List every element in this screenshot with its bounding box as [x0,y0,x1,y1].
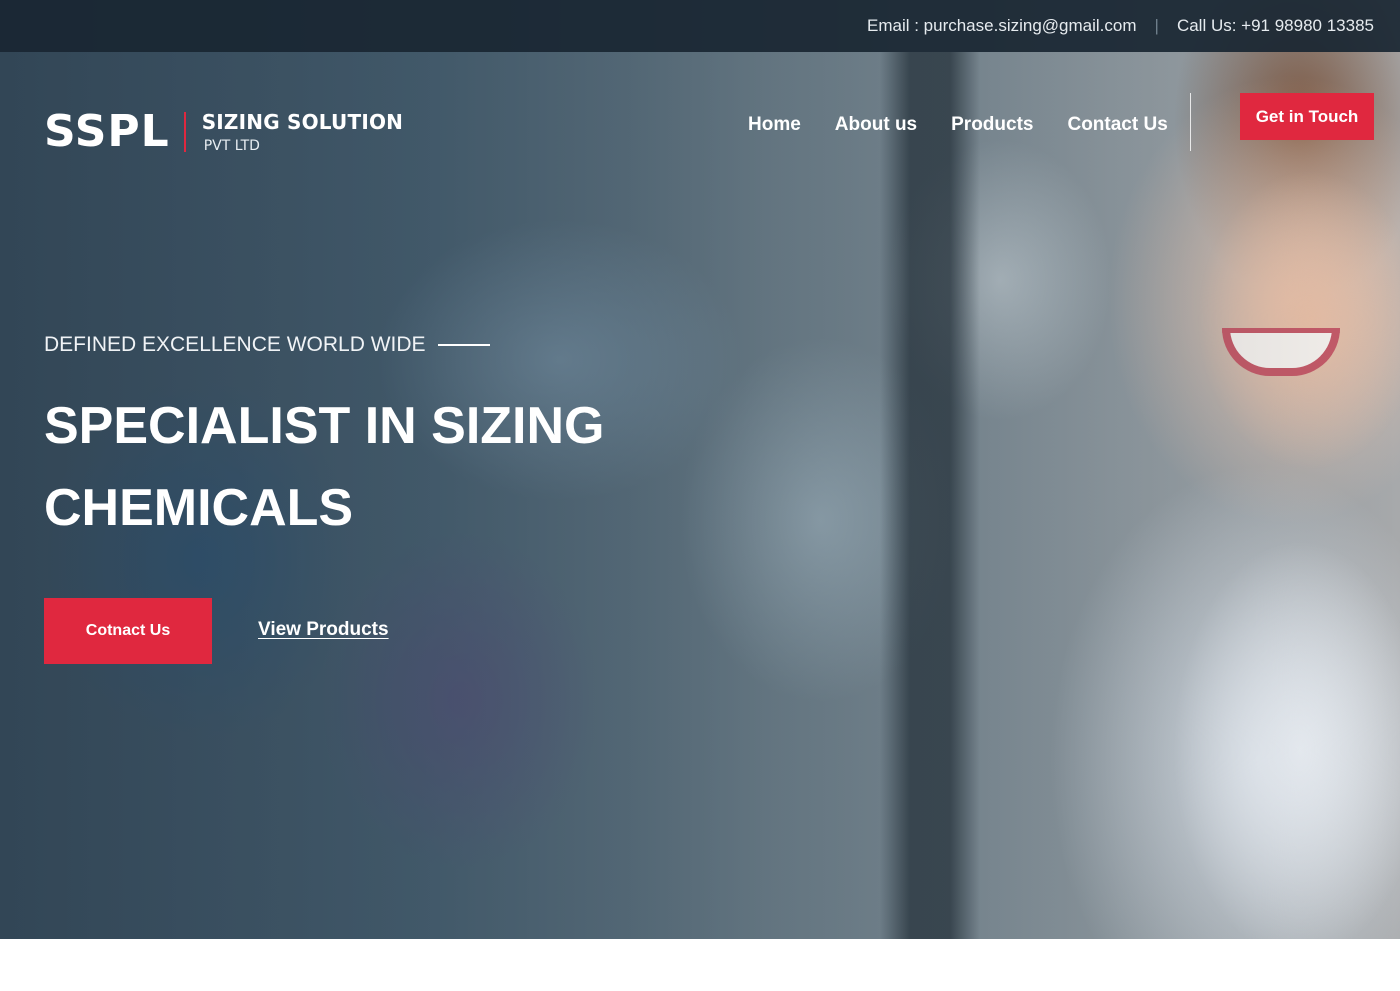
hero-headline: SPECIALIST IN SIZING CHEMICALS [44,397,605,537]
logo-company-suffix: PVT LTD [203,138,260,154]
logo-divider [183,112,186,152]
nav-item-products[interactable]: Products [951,114,1033,136]
nav-divider [1190,93,1191,151]
logo-company-name: SIZING SOLUTION [201,110,404,134]
logo-text: SIZING SOLUTION PVT LTD [202,110,403,154]
top-contact-bar: Email : purchase.sizing@gmail.com | Call… [0,0,1400,52]
topbar-email[interactable]: Email : purchase.sizing@gmail.com [867,16,1137,36]
contact-us-button[interactable]: Cotnact Us [44,598,212,664]
logo-mark: SSPL [44,106,170,157]
get-in-touch-button[interactable]: Get in Touch [1240,93,1374,140]
nav-item-home[interactable]: Home [748,114,801,136]
hero-tagline-text: DEFINED EXCELLENCE WORLD WIDE [44,333,426,356]
nav-item-about[interactable]: About us [835,114,917,136]
hero-tagline: DEFINED EXCELLENCE WORLD WIDE [44,333,490,357]
site-logo[interactable]: SSPL SIZING SOLUTION PVT LTD [44,106,403,157]
topbar-phone[interactable]: Call Us: +91 98980 13385 [1177,16,1374,36]
topbar-separator: | [1154,16,1159,35]
view-products-link[interactable]: View Products [258,619,389,641]
main-nav: Home About us Products Contact Us [748,114,1168,136]
nav-item-contact[interactable]: Contact Us [1067,114,1167,136]
tagline-dash [437,344,490,346]
